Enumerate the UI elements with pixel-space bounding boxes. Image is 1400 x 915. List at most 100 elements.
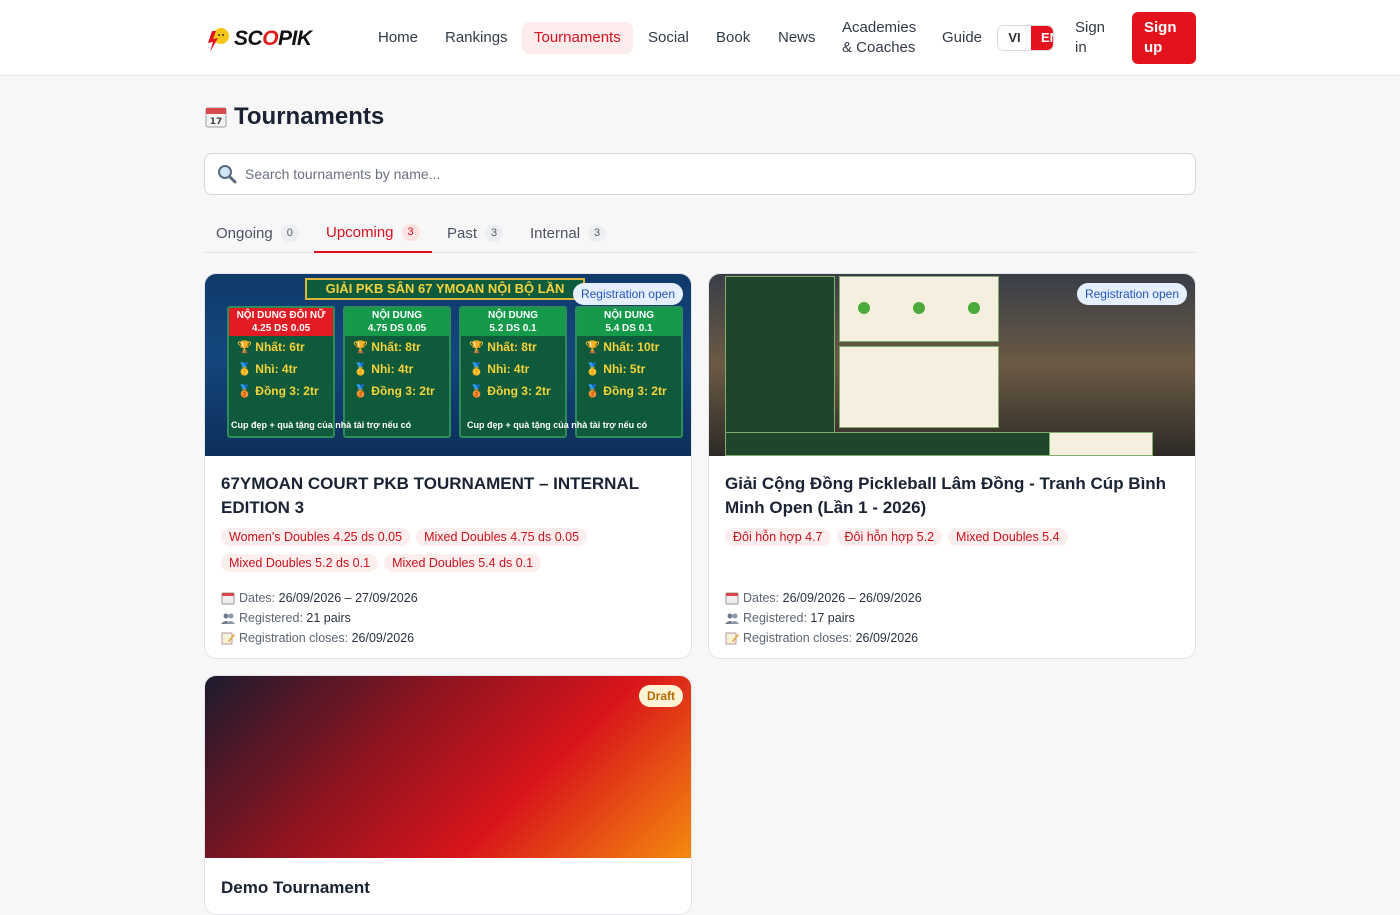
nav-home[interactable]: Home — [378, 28, 418, 48]
people-icon — [221, 613, 235, 624]
sign-up-button[interactable]: Sign up — [1132, 12, 1196, 64]
lang-en-button[interactable]: EN — [1031, 26, 1053, 50]
nav-book[interactable]: Book — [716, 28, 750, 48]
category-chip: Mixed Doubles 5.4 — [948, 528, 1068, 546]
poster-prize-box: NỘI DUNG 5.4 DS 0.1 🏆 Nhất: 10tr 🥇 Nhì: 5… — [575, 306, 683, 438]
sign-up-line1: Sign — [1144, 19, 1177, 36]
prize-box-header: NỘI DUNG ĐÔI NỮ 4.25 DS 0.05 — [229, 308, 333, 336]
meta-dates: Dates: 26/09/2026 – 26/09/2026 — [725, 588, 1179, 608]
tournament-card[interactable]: Registration open Giải Cộng Đồng Pickleb… — [708, 273, 1196, 659]
status-badge: Draft — [638, 685, 683, 707]
prize-box-h2: 5.4 DS 0.1 — [605, 323, 653, 334]
language-switcher: VI EN — [997, 25, 1054, 51]
sign-in-line1: Sign — [1075, 19, 1106, 36]
prize-line: 🥇 Nhì: 4tr — [237, 362, 298, 376]
prize-line: 🏆 Nhất: 8tr — [469, 340, 537, 354]
search-bar[interactable] — [204, 153, 1196, 195]
tab-label: Ongoing — [216, 224, 273, 242]
tab-label: Past — [447, 224, 478, 242]
prize-box-h2: 5.2 DS 0.1 — [489, 323, 537, 334]
meta-closes-label: Registration closes: — [239, 631, 349, 645]
tournament-title[interactable]: Giải Cộng Đồng Pickleball Lâm Đồng - Tra… — [725, 472, 1179, 520]
calendar-icon: 17 — [205, 107, 227, 128]
category-chip: Đôi hỗn hợp 4.7 — [725, 528, 831, 546]
category-chip: Mixed Doubles 4.75 ds 0.05 — [416, 528, 588, 546]
sign-in-link[interactable]: Sign in — [1075, 18, 1115, 58]
tab-count: 3 — [401, 224, 420, 241]
prize-line: 🥉 Đồng 3: 2tr — [585, 384, 667, 398]
tournament-tabs: Ongoing 0 Upcoming 3 Past 3 Internal 3 — [204, 214, 1196, 253]
tournament-meta: Dates: 26/09/2026 – 26/09/2026 Registere… — [725, 588, 1179, 648]
tab-count: 0 — [280, 224, 299, 242]
nav-academies-line2: & Coaches — [842, 39, 916, 56]
tournament-title[interactable]: 67YMOAN COURT PKB TOURNAMENT – INTERNAL … — [221, 472, 675, 520]
poster-banner: GIẢI PKB SÂN 67 YMOAN NỘI BỘ LẦN — [305, 278, 585, 300]
meta-registered-value: 21 pairs — [306, 611, 351, 625]
page-title: 17 Tournaments — [204, 103, 384, 131]
tab-upcoming[interactable]: Upcoming 3 — [314, 214, 432, 253]
tab-count: 3 — [485, 224, 504, 242]
meta-dates-value: 26/09/2026 – 27/09/2026 — [278, 591, 418, 605]
tournament-card[interactable]: Draft Demo Tournament — [204, 675, 692, 915]
status-badge: Registration open — [572, 283, 683, 305]
prize-box-h1: NỘI DUNG — [372, 310, 422, 321]
sign-in-line2: in — [1075, 39, 1087, 56]
tournament-title[interactable]: Demo Tournament — [221, 876, 675, 900]
lang-vi-button[interactable]: VI — [998, 26, 1031, 50]
category-chip: Mixed Doubles 5.2 ds 0.1 — [221, 554, 379, 572]
meta-closes-value: 26/09/2026 — [855, 631, 919, 645]
nav-guide[interactable]: Guide — [942, 28, 982, 48]
meta-closes-value: 26/09/2026 — [351, 631, 415, 645]
nav-news[interactable]: News — [778, 28, 816, 48]
poster-prize-box: NỘI DUNG 5.2 DS 0.1 🏆 Nhất: 8tr 🥇 Nhì: 4t… — [459, 306, 567, 438]
category-chip: Women's Doubles 4.25 ds 0.05 — [221, 528, 411, 546]
meta-dates-label: Dates: — [743, 591, 780, 605]
tab-ongoing[interactable]: Ongoing 0 — [204, 214, 311, 252]
calendar-icon — [221, 592, 235, 605]
tab-label: Internal — [530, 224, 581, 242]
cover-gradient — [205, 676, 691, 858]
prize-line: 🏆 Nhất: 6tr — [237, 340, 305, 354]
category-chips: Đôi hỗn hợp 4.7 Đôi hỗn hợp 5.2 Mixed Do… — [725, 528, 1179, 546]
status-badge: Registration open — [1076, 283, 1187, 305]
meta-registered-value: 17 pairs — [810, 611, 855, 625]
tournament-card[interactable]: GIẢI PKB SÂN 67 YMOAN NỘI BỘ LẦN NỘI DUN… — [204, 273, 692, 659]
prize-line: 🥉 Đồng 3: 2tr — [353, 384, 435, 398]
poster-prize-box: NỘI DUNG ĐÔI NỮ 4.25 DS 0.05 🏆 Nhất: 6tr … — [227, 306, 335, 438]
category-chip: Mixed Doubles 5.4 ds 0.1 — [384, 554, 542, 572]
meta-registered: Registered: 17 pairs — [725, 608, 1179, 628]
scopik-logo[interactable]: SCOPIK — [204, 22, 312, 56]
meta-registered: Registered: 21 pairs — [221, 608, 675, 628]
meta-dates-value: 26/09/2026 – 26/09/2026 — [782, 591, 922, 605]
category-chip: Đôi hỗn hợp 5.2 — [836, 528, 943, 546]
calendar-icon — [725, 592, 739, 605]
tab-internal[interactable]: Internal 3 — [518, 214, 618, 252]
tab-count: 3 — [588, 224, 607, 242]
poster-prize-box: NỘI DUNG 4.75 DS 0.05 🏆 Nhất: 8tr 🥇 Nhì: … — [343, 306, 451, 438]
nav-social[interactable]: Social — [648, 28, 689, 48]
search-icon — [218, 165, 237, 184]
sign-up-line2: up — [1144, 39, 1163, 56]
search-input[interactable] — [245, 166, 1145, 182]
nav-tournaments[interactable]: Tournaments — [522, 22, 633, 54]
prize-box-h1: NỘI DUNG — [604, 310, 654, 321]
prize-box-h1: NỘI DUNG — [488, 310, 538, 321]
tournament-meta: Dates: 26/09/2026 – 27/09/2026 Registere… — [221, 588, 675, 648]
prize-box-h2: 4.25 DS 0.05 — [251, 323, 311, 334]
prize-box-header: NỘI DUNG 5.4 DS 0.1 — [577, 308, 681, 336]
poster-footnote: Cup đẹp + quà tặng của nhà tài trợ nếu c… — [231, 420, 412, 430]
tab-label: Upcoming — [326, 224, 394, 241]
nav-academies-coaches[interactable]: Academies & Coaches — [842, 18, 916, 58]
memo-icon — [221, 632, 235, 645]
meta-closes: Registration closes: 26/09/2026 — [725, 628, 1179, 648]
people-icon — [725, 613, 739, 624]
nav-rankings[interactable]: Rankings — [445, 28, 508, 48]
meta-registered-label: Registered: — [743, 611, 807, 625]
poster-footnote: Cup đẹp + quà tặng của nhà tài trợ nếu c… — [467, 420, 648, 430]
tournament-poster: Registration open — [709, 274, 1195, 456]
prize-line: 🥉 Đồng 3: 2tr — [469, 384, 551, 398]
tournament-poster: GIẢI PKB SÂN 67 YMOAN NỘI BỘ LẦN NỘI DUN… — [205, 274, 691, 456]
tournament-cover: Draft — [205, 676, 691, 858]
tab-past[interactable]: Past 3 — [435, 214, 515, 252]
card-body: Giải Cộng Đồng Pickleball Lâm Đồng - Tra… — [709, 456, 1195, 648]
